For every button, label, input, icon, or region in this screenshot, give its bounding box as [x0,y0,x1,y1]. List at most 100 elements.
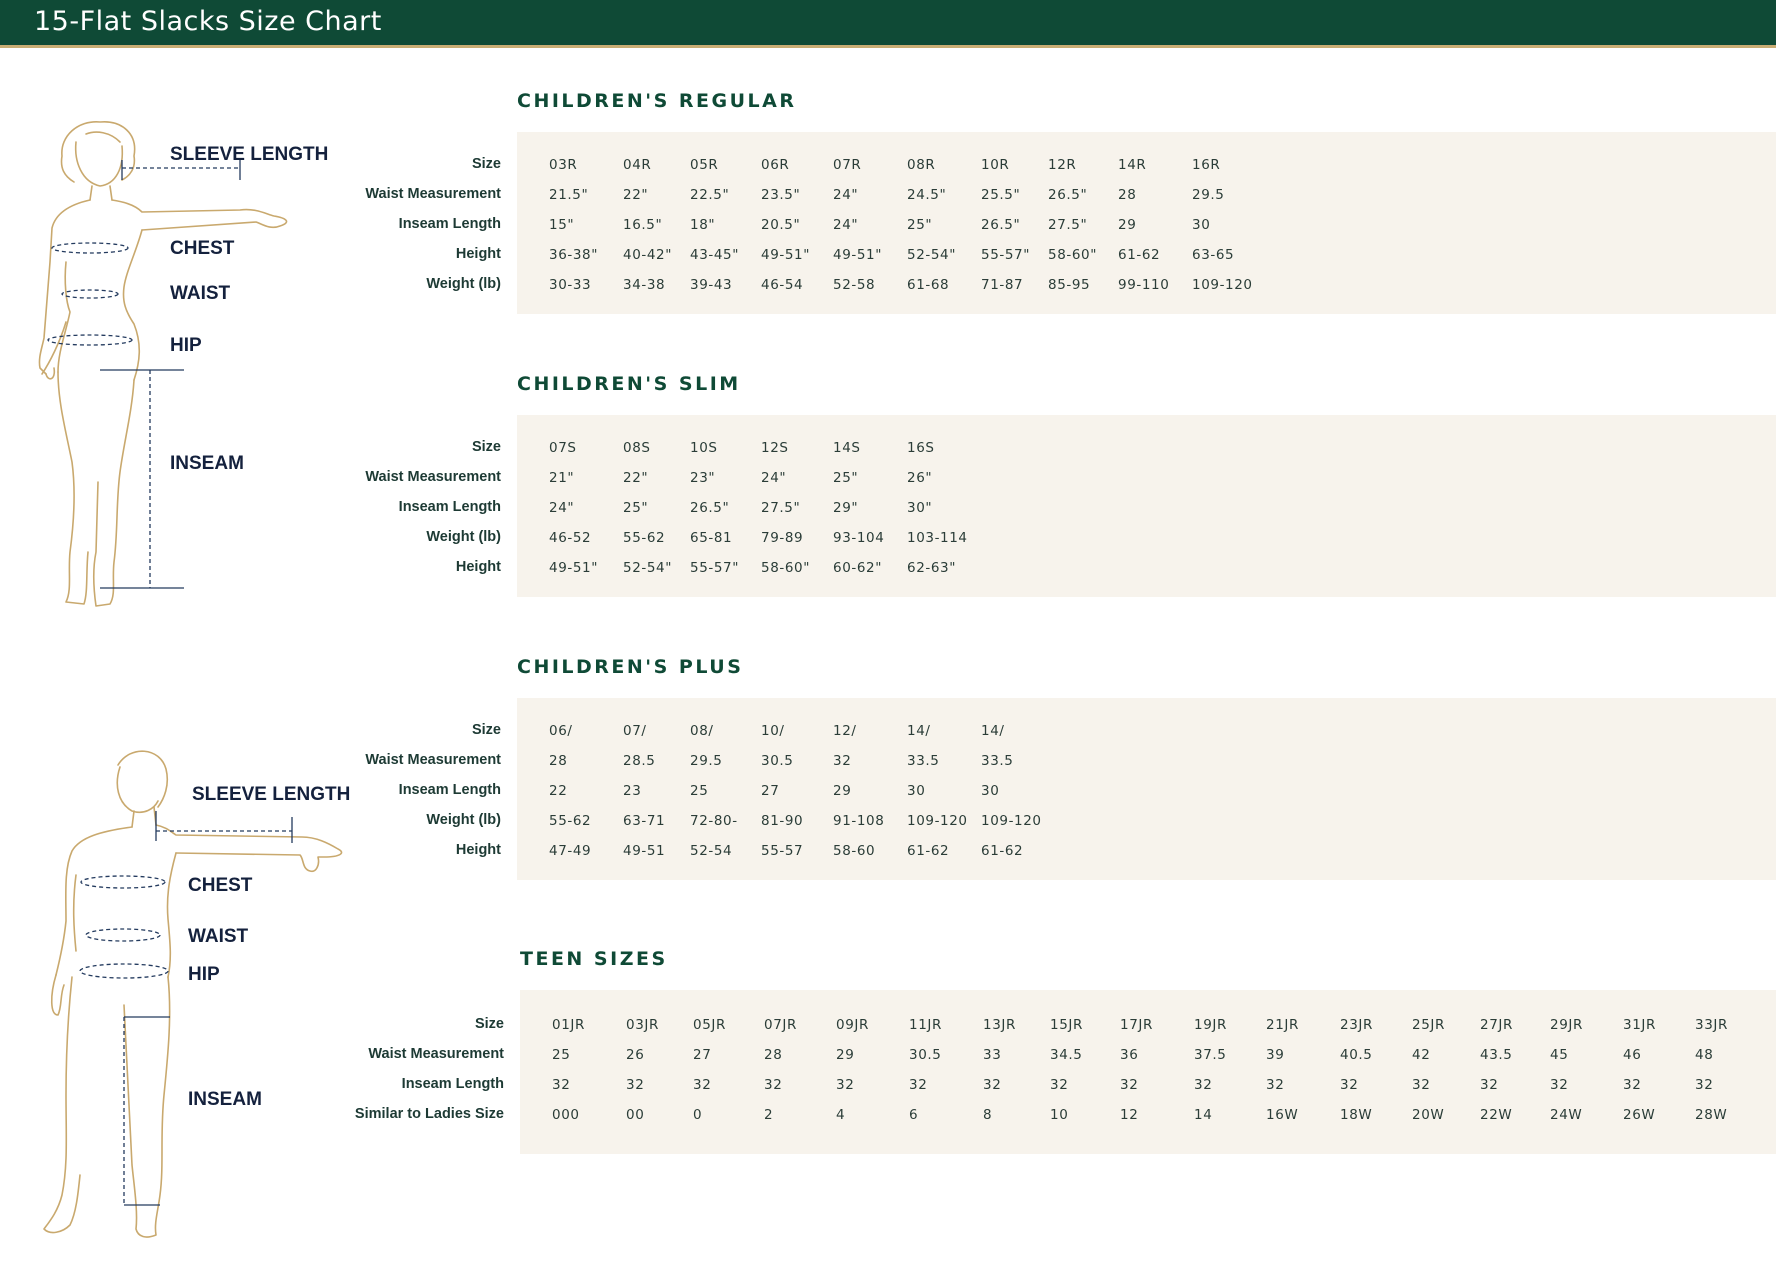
table-cell: 30 [981,783,1000,799]
table-cell: 46-54 [761,277,804,293]
child-waist-label: WAIST [170,283,231,304]
teen-chest-label: CHEST [188,875,253,896]
table-cell: 12R [1048,157,1077,173]
row-label: Weight (lb) [426,812,501,828]
table-cell: 28 [1118,187,1137,203]
table-cell: 18W [1340,1107,1373,1123]
panel-teen-sizes [520,990,1776,1154]
table-cell: 48 [1695,1047,1714,1063]
table-cell: 65-81 [690,530,733,546]
table-cell: 52-54" [623,560,673,576]
table-cell: 99-110 [1118,277,1170,293]
table-cell: 16W [1266,1107,1299,1123]
table-cell: 29 [836,1047,855,1063]
table-cell: 01JR [552,1017,585,1033]
table-cell: 26.5" [981,217,1021,233]
table-cell: 32 [764,1077,783,1093]
table-cell: 30.5 [761,753,794,769]
row-label: Waist Measurement [368,1046,504,1062]
table-cell: 28W [1695,1107,1728,1123]
table-cell: 26 [626,1047,645,1063]
table-cell: 4 [836,1107,846,1123]
table-cell: 23.5" [761,187,801,203]
table-cell: 17JR [1120,1017,1153,1033]
table-cell: 12S [761,440,789,456]
table-cell: 15" [549,217,575,233]
table-cell: 46 [1623,1047,1642,1063]
table-cell: 22" [623,470,649,486]
table-cell: 34-38 [623,277,666,293]
table-cell: 109-120 [981,813,1042,829]
table-cell: 32 [552,1077,571,1093]
table-cell: 52-54 [690,843,733,859]
table-cell: 08R [907,157,936,173]
table-cell: 33 [983,1047,1002,1063]
table-cell: 26.5" [1048,187,1088,203]
table-cell: 27 [761,783,780,799]
table-cell: 49-51" [549,560,599,576]
table-cell: 55-57 [761,843,804,859]
table-cell: 8 [983,1107,993,1123]
table-cell: 27.5" [761,500,801,516]
row-label: Inseam Length [398,782,501,798]
table-cell: 25 [552,1047,571,1063]
table-cell: 62-63" [907,560,957,576]
table-cell: 58-60" [1048,247,1098,263]
table-cell: 33JR [1695,1017,1728,1033]
table-cell: 21JR [1266,1017,1299,1033]
table-cell: 06/ [549,723,573,739]
table-cell: 22.5" [690,187,730,203]
table-cell: 32 [1623,1077,1642,1093]
teen-waist-label: WAIST [188,926,249,947]
table-cell: 32 [909,1077,928,1093]
table-cell: 47-49 [549,843,592,859]
table-cell: 32 [1695,1077,1714,1093]
table-cell: 10S [690,440,718,456]
table-cell: 26.5" [690,500,730,516]
table-cell: 24" [833,187,859,203]
table-cell: 25" [907,217,933,233]
table-cell: 93-104 [833,530,885,546]
row-label: Height [455,559,501,575]
table-cell: 60-62" [833,560,883,576]
table-cell: 16R [1192,157,1221,173]
table-cell: 25" [623,500,649,516]
table-cell: 07JR [764,1017,797,1033]
table-cell: 32 [693,1077,712,1093]
table-cell: 30" [907,500,933,516]
table-cell: 03JR [626,1017,659,1033]
table-cell: 2 [764,1107,774,1123]
table-cell: 09JR [836,1017,869,1033]
table-cell: 24W [1550,1107,1583,1123]
table-cell: 07/ [623,723,647,739]
table-cell: 32 [836,1077,855,1093]
table-cell: 32 [626,1077,645,1093]
table-cell: 04R [623,157,652,173]
table-cell: 103-114 [907,530,968,546]
table-cell: 23" [690,470,716,486]
teen-hip-label: HIP [188,964,220,985]
table-cell: 58-60 [833,843,876,859]
table-cell: 79-89 [761,530,804,546]
table-cell: 30 [907,783,926,799]
table-cell: 37.5 [1194,1047,1227,1063]
table-cell: 34.5 [1050,1047,1083,1063]
table-cell: 32 [1480,1077,1499,1093]
table-cell: 12 [1120,1107,1139,1123]
table-cell: 42 [1412,1047,1431,1063]
table-cell: 81-90 [761,813,804,829]
table-cell: 61-62 [1118,247,1161,263]
row-label: Size [474,1016,504,1032]
table-cell: 49-51" [833,247,883,263]
table-cell: 16.5" [623,217,663,233]
table-cell: 15JR [1050,1017,1083,1033]
section-title-childrens-regular: CHILDREN'S REGULAR [517,90,797,112]
table-cell: 28 [549,753,568,769]
table-cell: 6 [909,1107,919,1123]
table-cell: 24.5" [907,187,947,203]
table-cell: 29.5 [690,753,723,769]
table-cell: 30-33 [549,277,592,293]
table-cell: 10 [1050,1107,1069,1123]
table-cell: 63-65 [1192,247,1235,263]
row-label: Waist Measurement [365,469,501,485]
